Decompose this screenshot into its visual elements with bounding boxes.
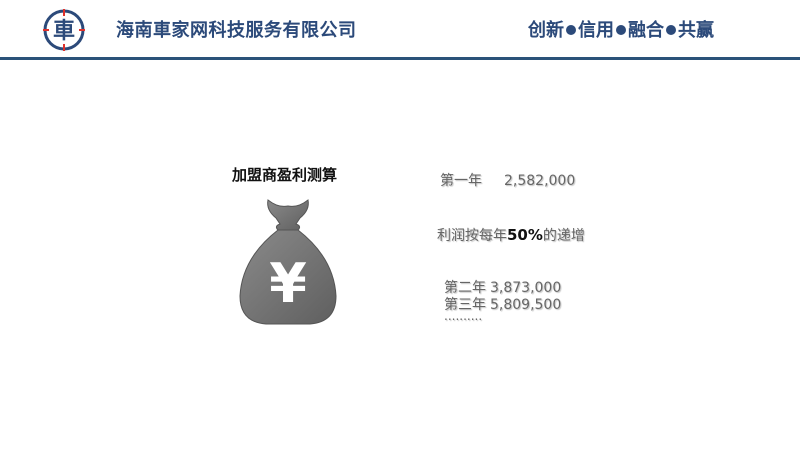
growth-prefix: 利润按每年	[437, 228, 507, 244]
growth-note: 利润按每年50%的递增	[437, 225, 585, 245]
slogan-word: 创新	[528, 20, 564, 41]
calc-title: 加盟商盈利测算	[232, 166, 338, 184]
bullet-dot-icon	[566, 25, 576, 35]
money-bag-icon: ¥	[239, 199, 337, 325]
bullet-dot-icon	[616, 25, 626, 35]
logo-character: 車	[53, 18, 75, 44]
slogan: 创新 信用 融合 共赢	[528, 16, 714, 42]
growth-suffix: 的递增	[542, 228, 585, 244]
year3-value: 5,809,500	[490, 297, 562, 313]
year1-label: 第一年	[440, 173, 482, 189]
growth-percent: 50%	[507, 226, 543, 244]
slogan-word: 共赢	[678, 20, 714, 41]
company-name: 海南車家网科技服务有限公司	[116, 20, 357, 41]
header-divider	[0, 57, 800, 60]
year1-value: 2,582,000	[504, 173, 576, 189]
ellipsis: ..........	[444, 309, 483, 323]
header: 車 海南車家网科技服务有限公司 创新 信用 融合 共赢	[0, 0, 800, 60]
yen-symbol: ¥	[269, 252, 307, 315]
company-logo: 車	[43, 9, 85, 51]
slogan-word: 融合	[628, 20, 664, 41]
slogan-word: 信用	[578, 20, 614, 41]
bullet-dot-icon	[666, 25, 676, 35]
year1-row: 第一年 2,582,000	[440, 170, 575, 190]
